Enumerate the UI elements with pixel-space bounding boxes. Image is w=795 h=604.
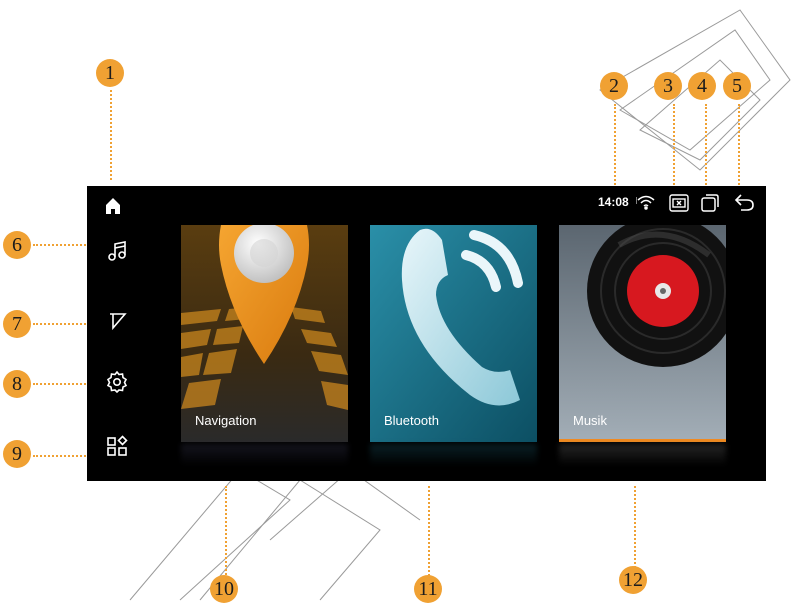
navigation-icon[interactable] [105,309,129,333]
navigation-card[interactable]: Navigation [181,225,348,442]
clock: 14:08 [598,195,629,209]
callout-line-3 [673,104,675,188]
vinyl-illustration [559,225,726,442]
recent-apps-icon[interactable] [700,193,720,218]
navigation-illustration [181,225,348,442]
home-icon[interactable] [101,194,125,218]
bluetooth-reflection [370,444,537,466]
callout-11: 11 [414,575,442,603]
callout-line-6 [33,244,93,246]
callout-10: 10 [210,575,238,603]
wifi-icon [635,194,656,215]
callout-4: 4 [688,72,716,100]
back-icon[interactable] [733,192,755,217]
callout-7: 7 [3,310,31,338]
callout-1: 1 [96,59,124,87]
musik-card[interactable]: Musik [559,225,726,442]
music-icon[interactable] [105,239,129,263]
musik-reflection [559,444,726,466]
callout-line-7 [33,323,93,325]
close-app-icon[interactable] [669,194,689,217]
callout-line-12 [634,486,636,568]
callout-8: 8 [3,370,31,398]
bluetooth-card[interactable]: Bluetooth [370,225,537,442]
active-underline [559,439,726,442]
phone-illustration [370,225,537,442]
callout-line-1 [110,90,112,180]
callout-3: 3 [654,72,682,100]
apps-icon[interactable] [105,434,129,458]
musik-label: Musik [573,413,607,428]
callout-2: 2 [600,72,628,100]
callout-line-10 [225,486,227,578]
callout-line-9 [33,455,93,457]
callout-12: 12 [619,566,647,594]
callout-6: 6 [3,231,31,259]
callout-9: 9 [3,440,31,468]
callout-line-5 [738,104,740,188]
callout-line-2 [614,104,616,188]
callout-5: 5 [723,72,751,100]
navigation-reflection [181,444,348,466]
navigation-label: Navigation [195,413,257,428]
bluetooth-label: Bluetooth [384,413,439,428]
callout-line-11 [428,486,430,576]
settings-icon[interactable] [105,370,129,394]
head-unit-screen: 14:08 Navigation Bluetooth Musik [87,186,766,481]
callout-line-8 [33,383,93,385]
callout-line-4 [705,104,707,188]
